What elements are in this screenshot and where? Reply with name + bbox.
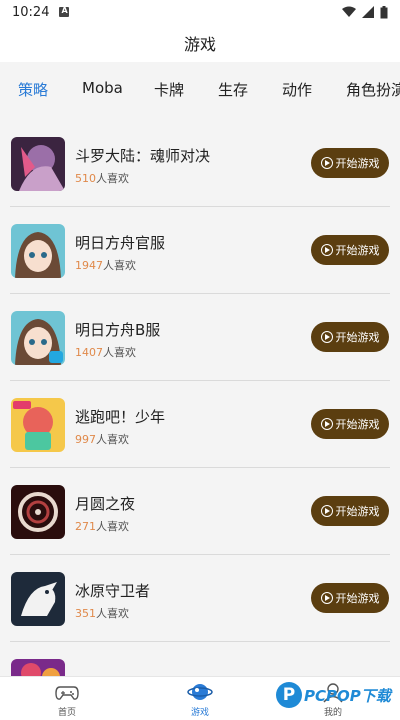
likes-count: 351人喜欢 — [75, 607, 129, 620]
tab-strategy[interactable]: 策略 — [18, 79, 48, 100]
start-game-button[interactable]: 开始游戏 — [311, 235, 389, 265]
game-name: 明日方舟官服 — [75, 234, 166, 252]
likes-count: 1947人喜欢 — [75, 259, 136, 272]
game-thumbnail — [11, 224, 65, 278]
nav-label: 游戏 — [190, 708, 209, 718]
battery-icon — [380, 5, 388, 18]
game-thumbnail — [11, 659, 65, 676]
status-bar: 10:24 — [0, 0, 400, 24]
game-planet-icon — [187, 684, 213, 700]
list-item[interactable]: 斗罗大陆：魂师对决 510人喜欢 开始游戏 — [0, 120, 400, 207]
start-game-button[interactable]: 开始游戏 — [311, 148, 389, 178]
nav-home[interactable]: 首页 — [37, 679, 97, 718]
game-name: 斗罗大陆：魂师对决 — [75, 147, 211, 165]
likes-count: 1407人喜欢 — [75, 346, 136, 359]
likes-count: 997人喜欢 — [75, 433, 129, 446]
page-title: 游戏 — [183, 35, 216, 54]
category-tabs: 策略 Moba 卡牌 生存 动作 角色扮演 — [0, 62, 400, 114]
play-icon — [320, 592, 333, 604]
play-icon — [320, 505, 333, 517]
nav-games[interactable]: 游戏 — [170, 679, 230, 718]
watermark-logo: P PCPOP下载 — [276, 682, 391, 708]
signal-icon — [362, 6, 374, 18]
list-item[interactable]: 明日方舟B服 1407人喜欢 开始游戏 — [0, 294, 400, 381]
nav-label: 首页 — [57, 708, 76, 718]
list-item[interactable]: 冰原守卫者 351人喜欢 开始游戏 — [0, 555, 400, 642]
play-icon — [320, 418, 333, 430]
list-item[interactable]: 月圆之夜 271人喜欢 开始游戏 — [0, 468, 400, 555]
game-name: 月圆之夜 — [75, 495, 136, 513]
likes-count: 510人喜欢 — [75, 172, 129, 185]
start-game-button[interactable]: 开始游戏 — [311, 409, 389, 439]
tab-moba[interactable]: Moba — [82, 79, 123, 97]
game-name: 冰原守卫者 — [75, 582, 151, 600]
play-icon — [320, 331, 333, 343]
game-thumbnail — [11, 137, 65, 191]
game-thumbnail — [11, 398, 65, 452]
tab-rpg[interactable]: 角色扮演 — [346, 79, 400, 100]
list-item[interactable]: 逃跑吧！少年 997人喜欢 开始游戏 — [0, 381, 400, 468]
start-game-button[interactable]: 开始游戏 — [311, 322, 389, 352]
tab-survival[interactable]: 生存 — [218, 79, 248, 100]
start-game-button[interactable]: 开始游戏 — [311, 496, 389, 526]
list-item[interactable]: 明日方舟官服 1947人喜欢 开始游戏 — [0, 207, 400, 294]
likes-count: 271人喜欢 — [75, 520, 129, 533]
tab-card[interactable]: 卡牌 — [154, 79, 184, 100]
game-list: 斗罗大陆：魂师对决 510人喜欢 开始游戏 明日方舟官服 1947人喜欢 开始游… — [0, 120, 400, 676]
watermark-circle: P — [276, 682, 302, 708]
game-name: 明日方舟B服 — [75, 321, 161, 339]
notification-icon — [59, 6, 70, 17]
game-thumbnail — [11, 485, 65, 539]
game-thumbnail — [11, 572, 65, 626]
start-game-button[interactable]: 开始游戏 — [311, 583, 389, 613]
wifi-icon — [342, 6, 356, 17]
game-name: 逃跑吧！少年 — [75, 408, 166, 426]
tab-action[interactable]: 动作 — [282, 79, 312, 100]
gamepad-icon — [55, 686, 79, 700]
watermark-text: PCPOP下载 — [304, 686, 391, 705]
play-icon — [320, 244, 333, 256]
play-icon — [320, 157, 333, 169]
game-thumbnail — [11, 311, 65, 365]
app-bar: 游戏 — [0, 24, 400, 62]
status-time: 10:24 — [12, 4, 50, 20]
list-item[interactable] — [0, 642, 400, 676]
